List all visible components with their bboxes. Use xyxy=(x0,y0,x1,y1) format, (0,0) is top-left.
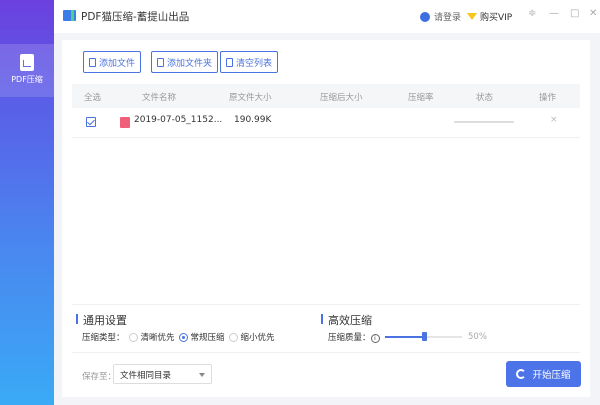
buy-vip-button[interactable]: 购买VIP xyxy=(467,10,512,23)
trash-icon xyxy=(226,57,233,67)
minimize-icon[interactable]: — xyxy=(549,8,559,19)
add-file-icon xyxy=(89,57,96,67)
user-icon xyxy=(420,11,430,22)
option-clarity-label: 清晰优先 xyxy=(140,333,175,343)
quality-value: 50% xyxy=(468,332,487,342)
divider xyxy=(72,352,580,353)
info-icon[interactable]: i xyxy=(370,334,380,343)
refresh-icon xyxy=(516,369,527,379)
menu-icon[interactable]: ≑ xyxy=(528,8,536,19)
start-compress-label: 开始压缩 xyxy=(532,370,571,381)
efficient-compression-title: 高效压缩 xyxy=(321,312,372,328)
save-location-select[interactable]: 文件相同目录 xyxy=(113,364,212,384)
close-icon[interactable]: ✕ xyxy=(589,8,597,19)
login-button[interactable]: 请登录 xyxy=(420,10,461,23)
table-header: 全选 文件名称 原文件大小 压缩后大小 压缩率 状态 操作 xyxy=(72,84,580,108)
quality-slider[interactable] xyxy=(385,332,462,341)
folder-icon xyxy=(157,57,164,67)
login-label: 请登录 xyxy=(434,13,462,23)
pdf-file-icon xyxy=(120,117,130,128)
col-filename: 文件名称 xyxy=(142,93,177,103)
app-title: PDF猫压缩-蓄提山出品 xyxy=(81,11,190,23)
original-size: 190.99K xyxy=(234,115,272,125)
sidebar-item-pdf-compress[interactable]: PDF压缩 xyxy=(0,44,54,97)
slider-fill xyxy=(385,336,424,338)
general-settings-title: 通用设置 xyxy=(76,312,127,328)
col-ratio: 压缩率 xyxy=(408,93,434,103)
option-normal-label: 常规压缩 xyxy=(190,333,225,343)
main-panel: 添加文件 添加文件夹 清空列表 全选 文件名称 原文件大小 压缩后大小 压缩率 … xyxy=(62,40,590,397)
save-location-value: 文件相同目录 xyxy=(120,371,172,381)
quality-label: 压缩质量： i xyxy=(328,331,380,343)
slider-thumb[interactable] xyxy=(421,332,427,341)
col-compressed-size: 压缩后大小 xyxy=(320,93,363,103)
radio-normal[interactable] xyxy=(178,333,188,342)
col-status: 状态 xyxy=(476,93,494,103)
col-action: 操作 xyxy=(539,93,557,103)
row-checkbox[interactable] xyxy=(86,117,96,127)
app-logo-icon xyxy=(63,10,76,21)
clear-list-button[interactable]: 清空列表 xyxy=(220,51,279,73)
add-file-button[interactable]: 添加文件 xyxy=(83,51,142,73)
table-row[interactable]: 2019-07-05_1152... 190.99K × xyxy=(72,108,580,138)
title-bar: PDF猫压缩-蓄提山出品 请登录 购买VIP ≑ — □ ✕ xyxy=(54,0,600,33)
maximize-icon[interactable]: □ xyxy=(570,8,579,19)
save-to-label: 保存至： xyxy=(82,372,117,382)
sidebar-item-label: PDF压缩 xyxy=(11,75,43,84)
select-all[interactable]: 全选 xyxy=(84,91,101,103)
col-original-size: 原文件大小 xyxy=(229,93,272,103)
vip-label: 购买VIP xyxy=(480,13,513,23)
compression-type: 压缩类型： 清晰优先 常规压缩 缩小优先 xyxy=(82,331,275,343)
start-compress-button[interactable]: 开始压缩 xyxy=(506,361,581,387)
radio-clarity[interactable] xyxy=(128,333,138,342)
pdf-compress-icon xyxy=(20,54,34,71)
quality-label-text: 压缩质量： xyxy=(328,333,371,343)
diamond-icon xyxy=(467,13,477,20)
status-progress-bar xyxy=(454,121,514,123)
add-folder-label: 添加文件夹 xyxy=(167,58,213,69)
add-file-label: 添加文件 xyxy=(99,58,136,69)
divider xyxy=(72,304,580,305)
chevron-down-icon xyxy=(199,373,205,377)
radio-smaller[interactable] xyxy=(228,333,238,342)
sidebar: PDF压缩 xyxy=(0,0,54,405)
clear-list-label: 清空列表 xyxy=(236,58,273,69)
add-folder-button[interactable]: 添加文件夹 xyxy=(151,51,219,73)
option-smaller-label: 缩小优先 xyxy=(240,333,275,343)
remove-row-button[interactable]: × xyxy=(550,115,558,125)
file-name: 2019-07-05_1152... xyxy=(134,115,223,125)
compression-type-label: 压缩类型： xyxy=(82,333,125,343)
